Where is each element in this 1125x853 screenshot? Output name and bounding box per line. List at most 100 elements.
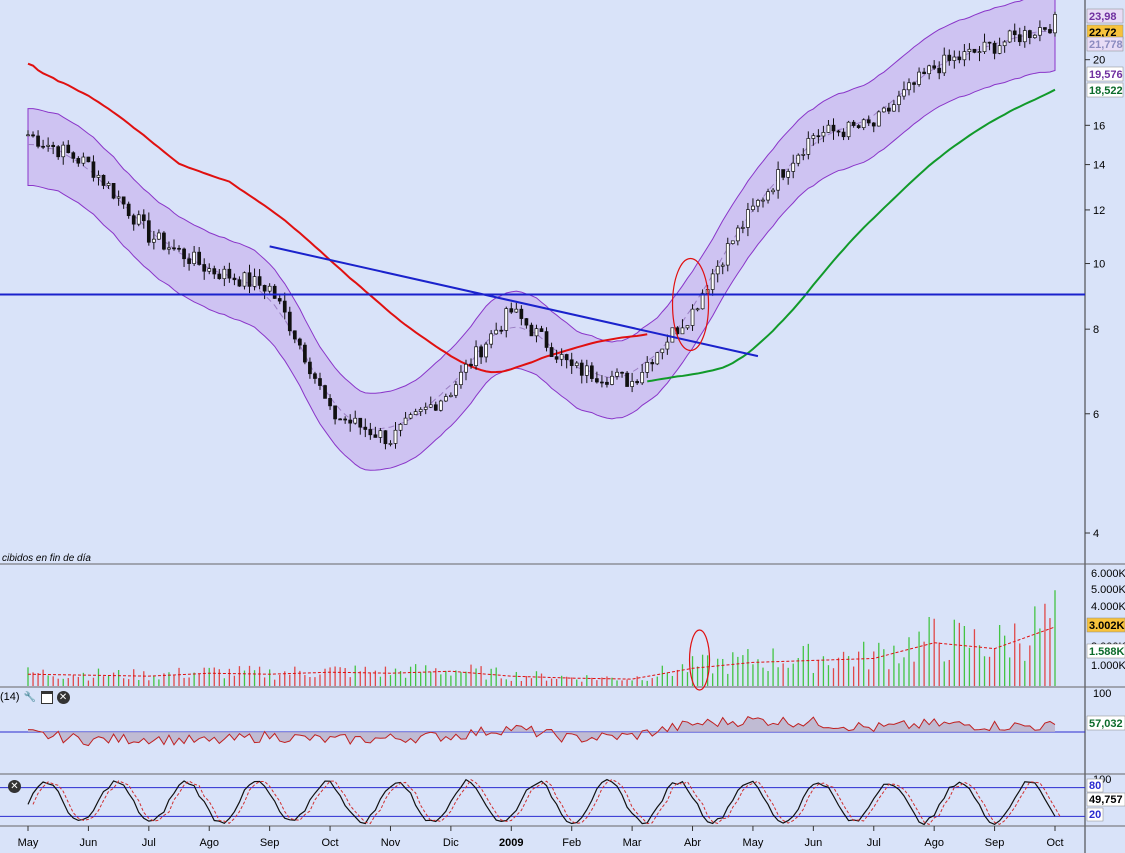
close-icon[interactable]: ✕ <box>8 780 21 793</box>
candle-body <box>489 333 494 345</box>
candle-body <box>474 346 478 367</box>
candle-body <box>212 268 217 275</box>
candle-body <box>922 71 926 75</box>
candle-body <box>1002 41 1007 47</box>
candle-body <box>932 65 937 69</box>
candle-body <box>393 429 398 444</box>
x-tick-label: Feb <box>562 837 581 849</box>
candle-body <box>182 248 186 260</box>
window-icon[interactable] <box>40 690 53 704</box>
candle-body <box>423 406 428 410</box>
candle-body <box>227 268 232 279</box>
candle-body <box>524 318 529 326</box>
y-tick-label: 1.000K <box>1091 660 1125 672</box>
y-tick-label: 5.000K <box>1091 584 1125 596</box>
candle-body <box>443 396 448 402</box>
candle-body <box>1027 30 1032 39</box>
candle-body <box>247 272 252 287</box>
candle-body <box>56 146 61 158</box>
candle-body <box>61 144 66 158</box>
candle-body <box>177 247 181 250</box>
candle-body <box>564 354 569 361</box>
candle-body <box>987 41 992 44</box>
x-tick-label: Mar <box>623 837 642 849</box>
candle-body <box>579 362 584 376</box>
candle-body <box>761 199 765 202</box>
stock-chart: 468101214162023,9822,7221,77819,57618,52… <box>0 0 1125 853</box>
candle-body <box>484 343 488 358</box>
candle-body <box>776 169 780 191</box>
price-tag-label: 21,778 <box>1089 39 1123 51</box>
x-tick-label: May <box>18 837 39 849</box>
y-tick-label: 20 <box>1093 55 1105 67</box>
y-tick-label: 8 <box>1093 324 1099 336</box>
candle-body <box>892 104 896 112</box>
candle-body <box>1012 30 1017 36</box>
candle-body <box>257 276 262 286</box>
candle-body <box>811 135 816 139</box>
y-tick-label: 10 <box>1093 259 1105 271</box>
candle-body <box>1038 27 1042 36</box>
candle-body <box>172 247 176 250</box>
candle-body <box>408 414 413 419</box>
candle-body <box>459 371 463 386</box>
candle-body <box>157 232 161 240</box>
close-icon[interactable]: ✕ <box>56 690 70 704</box>
candle-body <box>479 346 483 358</box>
candle-body <box>36 135 40 147</box>
candle-body <box>373 434 378 438</box>
candle-body <box>856 125 861 128</box>
candle-body <box>76 158 81 164</box>
candle-body <box>836 130 841 133</box>
y-tick-label: 14 <box>1093 160 1105 172</box>
candle-body <box>162 232 166 250</box>
candle-body <box>992 42 997 54</box>
price-tag-label: 19,576 <box>1089 69 1123 81</box>
price-tag-label: 18,522 <box>1089 85 1123 97</box>
candle-body <box>222 268 227 280</box>
candle-body <box>589 365 594 379</box>
y-tick-label: 16 <box>1093 120 1105 132</box>
candle-body <box>116 196 121 199</box>
candle-body <box>746 209 750 228</box>
x-tick-label: Jul <box>142 837 156 849</box>
candle-body <box>952 56 957 61</box>
x-tick-label: Abr <box>684 837 701 849</box>
candle-body <box>398 423 403 431</box>
candle-body <box>464 363 468 373</box>
candle-body <box>876 111 881 127</box>
wrench-icon[interactable]: 🔧 <box>24 691 37 704</box>
candle-body <box>710 273 715 290</box>
y-tick-label: 6 <box>1093 409 1099 421</box>
x-tick-label: Ago <box>924 837 944 849</box>
candle-body <box>615 371 619 377</box>
candle-body <box>287 311 292 332</box>
candle-body <box>826 124 831 133</box>
rsi-period-label: (14) <box>0 691 20 703</box>
candle-body <box>469 363 473 367</box>
candle-body <box>217 273 222 280</box>
candle-body <box>111 183 116 199</box>
candle-body <box>957 56 962 61</box>
candle-body <box>569 359 574 366</box>
candle-body <box>454 384 458 396</box>
candle-body <box>509 308 514 313</box>
candle-body <box>388 443 393 445</box>
candle-body <box>121 196 126 205</box>
candle-body <box>494 329 499 335</box>
candle-body <box>333 405 337 420</box>
x-tick-label: Sep <box>260 837 280 849</box>
candle-body <box>917 71 921 85</box>
candle-body <box>26 134 30 137</box>
x-tick-label: Jun <box>804 837 822 849</box>
candle-body <box>403 417 408 425</box>
candle-body <box>348 419 353 424</box>
candle-body <box>383 430 388 445</box>
candle-body <box>237 279 242 287</box>
candle-body <box>126 203 131 217</box>
candle-body <box>927 65 931 75</box>
candle-body <box>685 325 690 329</box>
candle-body <box>1043 27 1047 30</box>
candle-body <box>141 214 146 222</box>
candle-body <box>313 373 317 379</box>
